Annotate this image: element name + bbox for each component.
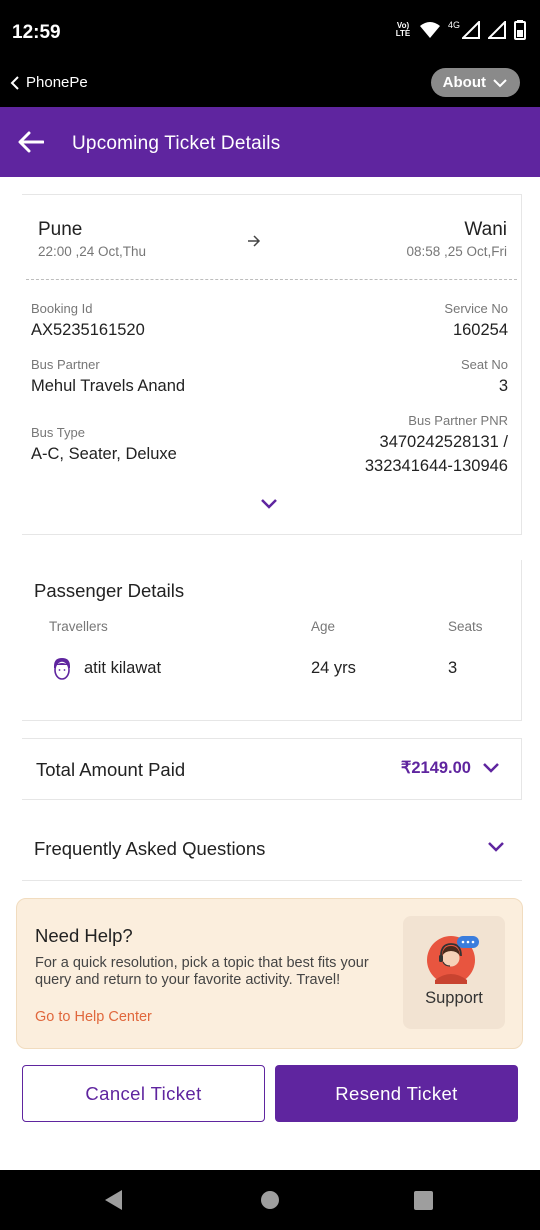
chevron-down-icon — [488, 842, 504, 852]
signal-icon — [488, 21, 506, 39]
bus-partner-label: Bus Partner — [31, 357, 100, 372]
total-amount-value: ₹2149.00 — [400, 759, 471, 777]
col-seats: Seats — [448, 619, 483, 634]
journey-card: Pune 22:00 ,24 Oct,Thu Wani 08:58 ,25 Oc… — [22, 194, 522, 535]
to-time: 08:58 ,25 Oct,Fri — [406, 244, 507, 259]
back-arrow-icon[interactable] — [18, 131, 44, 153]
system-nav-bar — [0, 1170, 540, 1230]
arrow-right-icon — [248, 235, 261, 247]
help-card: Need Help? For a quick resolution, pick … — [16, 898, 523, 1049]
help-description: For a quick resolution, pick a topic tha… — [35, 955, 369, 988]
total-amount-label: Total Amount Paid — [36, 759, 186, 780]
passenger-name: atit kilawat — [84, 659, 162, 677]
cancel-ticket-label: Cancel Ticket — [85, 1082, 202, 1104]
about-label: About — [442, 74, 486, 91]
faq-label: Frequently Asked Questions — [34, 838, 266, 859]
help-center-link[interactable]: Go to Help Center — [35, 1009, 152, 1025]
back-app-label: PhonePe — [26, 74, 88, 91]
faq-row[interactable]: Frequently Asked Questions — [22, 817, 522, 881]
service-no-value: 160254 — [452, 321, 508, 339]
status-time: 12:59 — [12, 22, 61, 43]
from-time: 22:00 ,24 Oct,Thu — [38, 244, 147, 259]
bus-type-value: A-C, Seater, Deluxe — [31, 445, 177, 463]
resend-ticket-button[interactable]: Resend Ticket — [275, 1065, 518, 1122]
wifi-icon — [419, 22, 440, 38]
bus-partner-value: Mehul Travels Anand — [31, 377, 186, 395]
page-title: Upcoming Ticket Details — [72, 133, 281, 154]
service-no-label: Service No — [444, 301, 508, 316]
from-city: Pune — [38, 219, 83, 240]
volte-icon: Vo) LTE — [395, 21, 411, 38]
seat-no-value: 3 — [498, 377, 508, 395]
seat-no-label: Seat No — [461, 357, 508, 372]
help-title: Need Help? — [35, 925, 133, 946]
signal-icon — [462, 21, 480, 39]
passenger-age: 24 yrs — [311, 659, 356, 677]
pnr-value-line1: 3470242528131 / — [379, 433, 508, 451]
col-age: Age — [311, 619, 336, 634]
expand-chevron-icon[interactable] — [260, 498, 278, 510]
nav-recents-icon[interactable] — [414, 1191, 433, 1210]
divider — [26, 279, 517, 280]
page-header: Upcoming Ticket Details — [0, 107, 540, 177]
back-to-app-button[interactable]: PhonePe — [10, 74, 88, 91]
avatar-icon — [54, 658, 70, 680]
status-icons: Vo) LTE 4G — [394, 20, 526, 40]
chevron-down-icon — [483, 763, 499, 773]
total-amount-row[interactable]: Total Amount Paid ₹2149.00 — [22, 738, 522, 800]
support-label: Support — [425, 989, 483, 1007]
col-travellers: Travellers — [49, 619, 108, 634]
chevron-down-icon — [493, 78, 507, 87]
cancel-ticket-button[interactable]: Cancel Ticket — [22, 1065, 265, 1122]
nav-back-icon[interactable] — [104, 1189, 124, 1211]
passenger-card: Passenger Details Travellers Age Seats a… — [22, 560, 522, 721]
support-agent-icon — [427, 936, 479, 984]
resend-ticket-label: Resend Ticket — [335, 1082, 458, 1104]
to-city: Wani — [464, 219, 507, 240]
pnr-label: Bus Partner PNR — [408, 413, 508, 428]
battery-icon — [514, 20, 526, 40]
about-button[interactable]: About — [430, 68, 520, 97]
chevron-left-icon — [10, 75, 19, 90]
nav-home-icon[interactable] — [260, 1190, 280, 1210]
support-button[interactable]: Support — [403, 916, 505, 1029]
pnr-value-line2: 332341644-130946 — [364, 457, 508, 475]
app-bar: PhonePe About — [0, 64, 540, 107]
passenger-section-title: Passenger Details — [34, 580, 185, 601]
bus-type-label: Bus Type — [31, 425, 85, 440]
status-bar: 12:59 Vo) LTE 4G — [0, 0, 540, 64]
content-area: Pune 22:00 ,24 Oct,Thu Wani 08:58 ,25 Oc… — [0, 177, 540, 1170]
network-type-label: 4G — [447, 20, 460, 30]
booking-id-value: AX5235161520 — [31, 321, 145, 339]
passenger-seat: 3 — [448, 659, 458, 677]
booking-id-label: Booking Id — [31, 301, 93, 316]
